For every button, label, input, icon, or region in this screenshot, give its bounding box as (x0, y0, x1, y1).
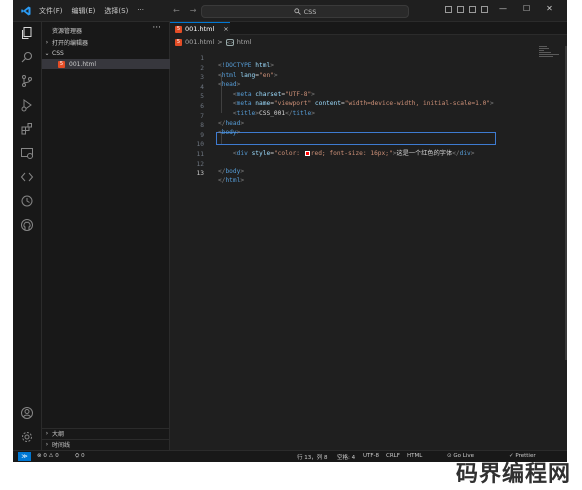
chevron-right-icon: › (45, 441, 49, 448)
menu-file[interactable]: 文件(F) (39, 6, 63, 16)
source-control-icon[interactable] (20, 74, 34, 88)
tab-001-html[interactable]: 5 001.html × (170, 22, 230, 35)
code-line: 7 </head> (170, 106, 550, 127)
tab-label: 001.html (185, 25, 215, 33)
indentation[interactable]: 空格: 4 (337, 453, 355, 461)
code-line: 13 </html> (170, 163, 550, 184)
remote-indicator-button[interactable]: ≫ (18, 452, 31, 461)
html-file-icon: 5 (58, 60, 65, 68)
outline-section[interactable]: › 大纲 (42, 428, 170, 438)
file-label: 001.html (69, 60, 97, 68)
menu-selection[interactable]: 选择(S) (104, 6, 128, 16)
command-center-search[interactable]: CSS (201, 5, 409, 18)
navigation-arrows: ← → (173, 6, 196, 15)
toggle-panel-icon[interactable] (457, 6, 464, 13)
sidebar-title: 资源管理器 (52, 28, 83, 35)
open-editors-label: 打开的编辑器 (52, 39, 89, 47)
run-debug-icon[interactable] (20, 98, 34, 112)
code-line: 12 </body> (170, 154, 550, 175)
code-line: 1 <!DOCTYPE html> (170, 48, 550, 69)
encoding[interactable]: UTF-8 (363, 453, 379, 459)
code-line: 10 <div style="color: red; font-size: 16… (170, 134, 550, 157)
search-icon (293, 8, 301, 15)
folder-css[interactable]: ⌄ CSS (42, 48, 170, 58)
line-ending[interactable]: CRLF (386, 453, 400, 459)
chevron-right-icon: › (45, 38, 49, 46)
cursor-position[interactable]: 行 13，列 8 (297, 453, 328, 461)
breadcrumb-file[interactable]: 001.html (185, 38, 214, 46)
line-text: </html> (218, 177, 245, 185)
explorer-icon[interactable] (20, 26, 34, 40)
timeline-section[interactable]: › 时间线 (42, 439, 170, 449)
search-icon[interactable] (20, 50, 34, 64)
customize-layout-icon[interactable] (481, 6, 488, 13)
watermark-text: 码界编程网 (456, 462, 572, 487)
minimize-button[interactable]: — (499, 4, 507, 13)
window-controls: — ☐ ✕ (499, 4, 553, 13)
html-file-icon: 5 (175, 38, 182, 46)
language-mode[interactable]: HTML (407, 453, 422, 459)
maximize-button[interactable]: ☐ (523, 4, 530, 13)
code-line: 6 <title>CSS_001</title> (170, 96, 550, 117)
open-editors-section[interactable]: › 打开的编辑器 (42, 37, 170, 47)
element-tag-icon: <> (225, 38, 234, 46)
menu-more-button[interactable]: ··· (137, 6, 144, 16)
code-editor[interactable]: 1 <!DOCTYPE html> 2 <html lang="en"> 3 <… (170, 46, 550, 450)
file-001-html[interactable]: 5 001.html (42, 59, 170, 69)
menu-edit[interactable]: 编辑(E) (72, 6, 96, 16)
activity-bar (13, 22, 42, 450)
layout-controls (445, 6, 488, 13)
sidebar-more-button[interactable]: ··· (152, 23, 161, 33)
line-number: 13 (196, 170, 204, 178)
code-line: 4 <meta charset="UTF-8"> (170, 77, 550, 98)
code-brackets-icon[interactable] (20, 170, 34, 184)
ports-indicator[interactable]: ⛭ 0 (75, 453, 85, 460)
explorer-sidebar: 资源管理器 ··· › 打开的编辑器 ⌄ CSS 5 001.html (42, 22, 170, 450)
github-icon[interactable] (20, 218, 34, 232)
vertical-scrollbar[interactable] (565, 46, 567, 360)
settings-gear-icon[interactable] (20, 430, 34, 444)
account-icon[interactable] (20, 406, 34, 420)
chevron-down-icon: ⌄ (44, 49, 50, 57)
minimap[interactable] (539, 46, 561, 66)
timeline-label: 时间线 (52, 442, 71, 449)
code-line: 8 <body> (170, 115, 550, 136)
folder-label: CSS (52, 49, 64, 57)
timer-icon[interactable] (20, 194, 34, 208)
toggle-sidebar-icon[interactable] (445, 6, 452, 13)
outline-label: 大纲 (52, 431, 65, 438)
extensions-icon[interactable] (20, 122, 34, 136)
html-file-icon: 5 (175, 25, 182, 33)
breadcrumb-element[interactable]: html (237, 38, 252, 46)
code-line: 3 <head> (170, 67, 550, 88)
remote-explorer-icon[interactable] (20, 146, 34, 160)
title-bar: 文件(F) 编辑(E) 选择(S) ··· ← → CSS — ☐ ✕ (13, 0, 567, 22)
command-center-text: CSS (303, 7, 317, 16)
toggle-secondary-sidebar-icon[interactable] (469, 6, 476, 13)
chevron-right-icon: › (45, 430, 49, 437)
close-window-button[interactable]: ✕ (546, 4, 553, 13)
vscode-window: 文件(F) 编辑(E) 选择(S) ··· ← → CSS — ☐ ✕ 资源管理… (13, 0, 567, 462)
back-arrow-icon[interactable]: ← (173, 6, 180, 15)
code-line: 9 (170, 125, 550, 139)
vscode-logo-icon (13, 0, 39, 22)
forward-arrow-icon[interactable]: → (190, 6, 197, 15)
code-line: 2 <html lang="en"> (170, 58, 550, 79)
menu-bar: 文件(F) 编辑(E) 选择(S) ··· (39, 6, 144, 16)
code-line: 5 <meta name="viewport" content="width=d… (170, 86, 550, 107)
close-tab-icon[interactable]: × (223, 25, 228, 33)
editor-tabs: 5 001.html × (170, 22, 567, 35)
breadcrumb-separator: > (217, 38, 223, 46)
problems-indicator[interactable]: ⊗ 0 ⚠ 0 (37, 453, 59, 459)
code-line: 11 (170, 144, 550, 158)
